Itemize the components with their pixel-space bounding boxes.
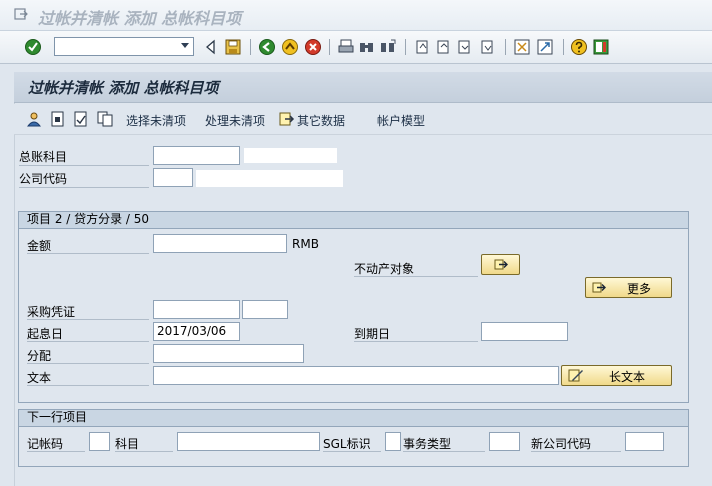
standard-toolbar [0, 31, 712, 64]
long-text-button-label: 长文本 [609, 370, 646, 384]
window-title: 过帐并清帐 添加 总帐科目项 [38, 9, 242, 28]
transaction-type-input[interactable] [489, 432, 520, 451]
menu-bar: 过帐并清帐 添加 总帐科目项 [0, 0, 712, 31]
account-input[interactable] [177, 432, 320, 451]
help-icon[interactable] [570, 38, 588, 56]
purchasing-doc-item-input[interactable] [242, 300, 288, 319]
long-text-button[interactable]: 长文本 [561, 365, 672, 386]
transaction-type-label: 事务类型 [403, 437, 452, 451]
label-underline [403, 451, 485, 452]
label-underline [27, 253, 149, 254]
select-open-items-button[interactable]: 选择未清项 [126, 112, 186, 129]
label-underline [27, 385, 149, 386]
arrow-right-icon[interactable] [279, 111, 295, 127]
item-group-title: 项目 2 / 贷方分录 / 50 [19, 212, 688, 229]
new-company-code-input[interactable] [625, 432, 664, 451]
layout-menu-icon[interactable] [592, 38, 610, 56]
label-underline [323, 451, 381, 452]
company-code-description [196, 170, 343, 187]
more-button[interactable]: 更多 [585, 277, 672, 298]
value-date-label: 起息日 [27, 327, 64, 341]
toolbar-separator [563, 39, 564, 55]
chevron-down-icon[interactable] [181, 43, 189, 48]
currency-text: RMB [292, 237, 319, 251]
label-underline [19, 165, 149, 166]
label-underline [531, 451, 621, 452]
user-icon[interactable] [26, 111, 42, 127]
toolbar-separator [250, 39, 251, 55]
last-page-icon[interactable] [478, 38, 496, 56]
sgl-indicator-input[interactable] [385, 432, 401, 451]
application-toolbar: 选择未清项 处理未清项 其它数据 帐户模型 [14, 104, 712, 135]
find-next-icon[interactable] [379, 38, 397, 56]
amount-label: 金额 [27, 239, 52, 253]
first-page-icon[interactable] [413, 38, 431, 56]
gl-account-label: 总账科目 [19, 150, 68, 164]
label-underline [354, 276, 478, 277]
toolbar-separator [505, 39, 506, 55]
menu-exit-icon[interactable] [14, 8, 28, 20]
arrow-right-icon [592, 282, 606, 293]
more-button-label: 更多 [627, 282, 652, 296]
due-date-label: 到期日 [354, 327, 391, 341]
save-icon[interactable] [224, 38, 242, 56]
copy-document-icon[interactable] [97, 111, 113, 127]
shortcut-icon[interactable] [536, 38, 554, 56]
account-model-button[interactable]: 帐户模型 [377, 112, 425, 129]
pencil-edit-icon [568, 369, 583, 382]
document-simulate-icon[interactable] [73, 111, 89, 127]
gl-account-input[interactable] [153, 146, 240, 165]
label-underline [27, 363, 149, 364]
next-item-group-title: 下一行项目 [19, 410, 688, 427]
toolbar-separator [329, 39, 330, 55]
process-open-items-button[interactable]: 处理未清项 [205, 112, 265, 129]
new-session-icon[interactable] [513, 38, 531, 56]
assignment-input[interactable] [153, 344, 304, 363]
text-input[interactable] [153, 366, 559, 385]
arrow-right-icon [494, 259, 508, 270]
title-bar: 过帐并清帐 添加 总帐科目项 [14, 72, 712, 103]
next-page-icon[interactable] [455, 38, 473, 56]
other-data-button[interactable]: 其它数据 [297, 112, 345, 129]
company-code-label: 公司代码 [19, 172, 68, 186]
enter-check-icon[interactable] [24, 38, 42, 56]
back-triangle-icon[interactable] [202, 38, 220, 56]
document-hold-icon[interactable] [50, 111, 66, 127]
previous-page-icon[interactable] [434, 38, 452, 56]
real-estate-button[interactable] [481, 254, 520, 275]
purchasing-doc-label: 采购凭证 [27, 305, 76, 319]
account-label: 科目 [115, 437, 140, 451]
purchasing-doc-input[interactable] [153, 300, 240, 319]
back-green-icon[interactable] [258, 38, 276, 56]
label-underline [19, 187, 149, 188]
label-underline [27, 341, 149, 342]
label-underline [27, 451, 85, 452]
posting-key-label: 记帐码 [27, 437, 64, 451]
label-underline [27, 319, 149, 320]
amount-input[interactable] [153, 234, 287, 253]
cancel-red-icon[interactable] [304, 38, 322, 56]
real-estate-label: 不动产对象 [354, 262, 415, 276]
company-code-input[interactable] [153, 168, 193, 187]
gl-account-description [244, 148, 337, 163]
assignment-label: 分配 [27, 349, 52, 363]
posting-key-input[interactable] [89, 432, 110, 451]
text-label: 文本 [27, 371, 52, 385]
print-icon[interactable] [337, 38, 355, 56]
find-icon[interactable] [358, 38, 376, 56]
label-underline [354, 341, 478, 342]
new-company-code-label: 新公司代码 [531, 437, 592, 451]
label-underline [115, 451, 173, 452]
exit-yellow-icon[interactable] [281, 38, 299, 56]
page-title: 过帐并清帐 添加 总帐科目项 [28, 79, 219, 97]
due-date-input[interactable] [481, 322, 568, 341]
command-field[interactable] [54, 37, 194, 56]
sgl-indicator-label: SGL标识 [323, 437, 371, 451]
value-date-input[interactable]: 2017/03/06 [153, 322, 240, 341]
toolbar-separator [405, 39, 406, 55]
